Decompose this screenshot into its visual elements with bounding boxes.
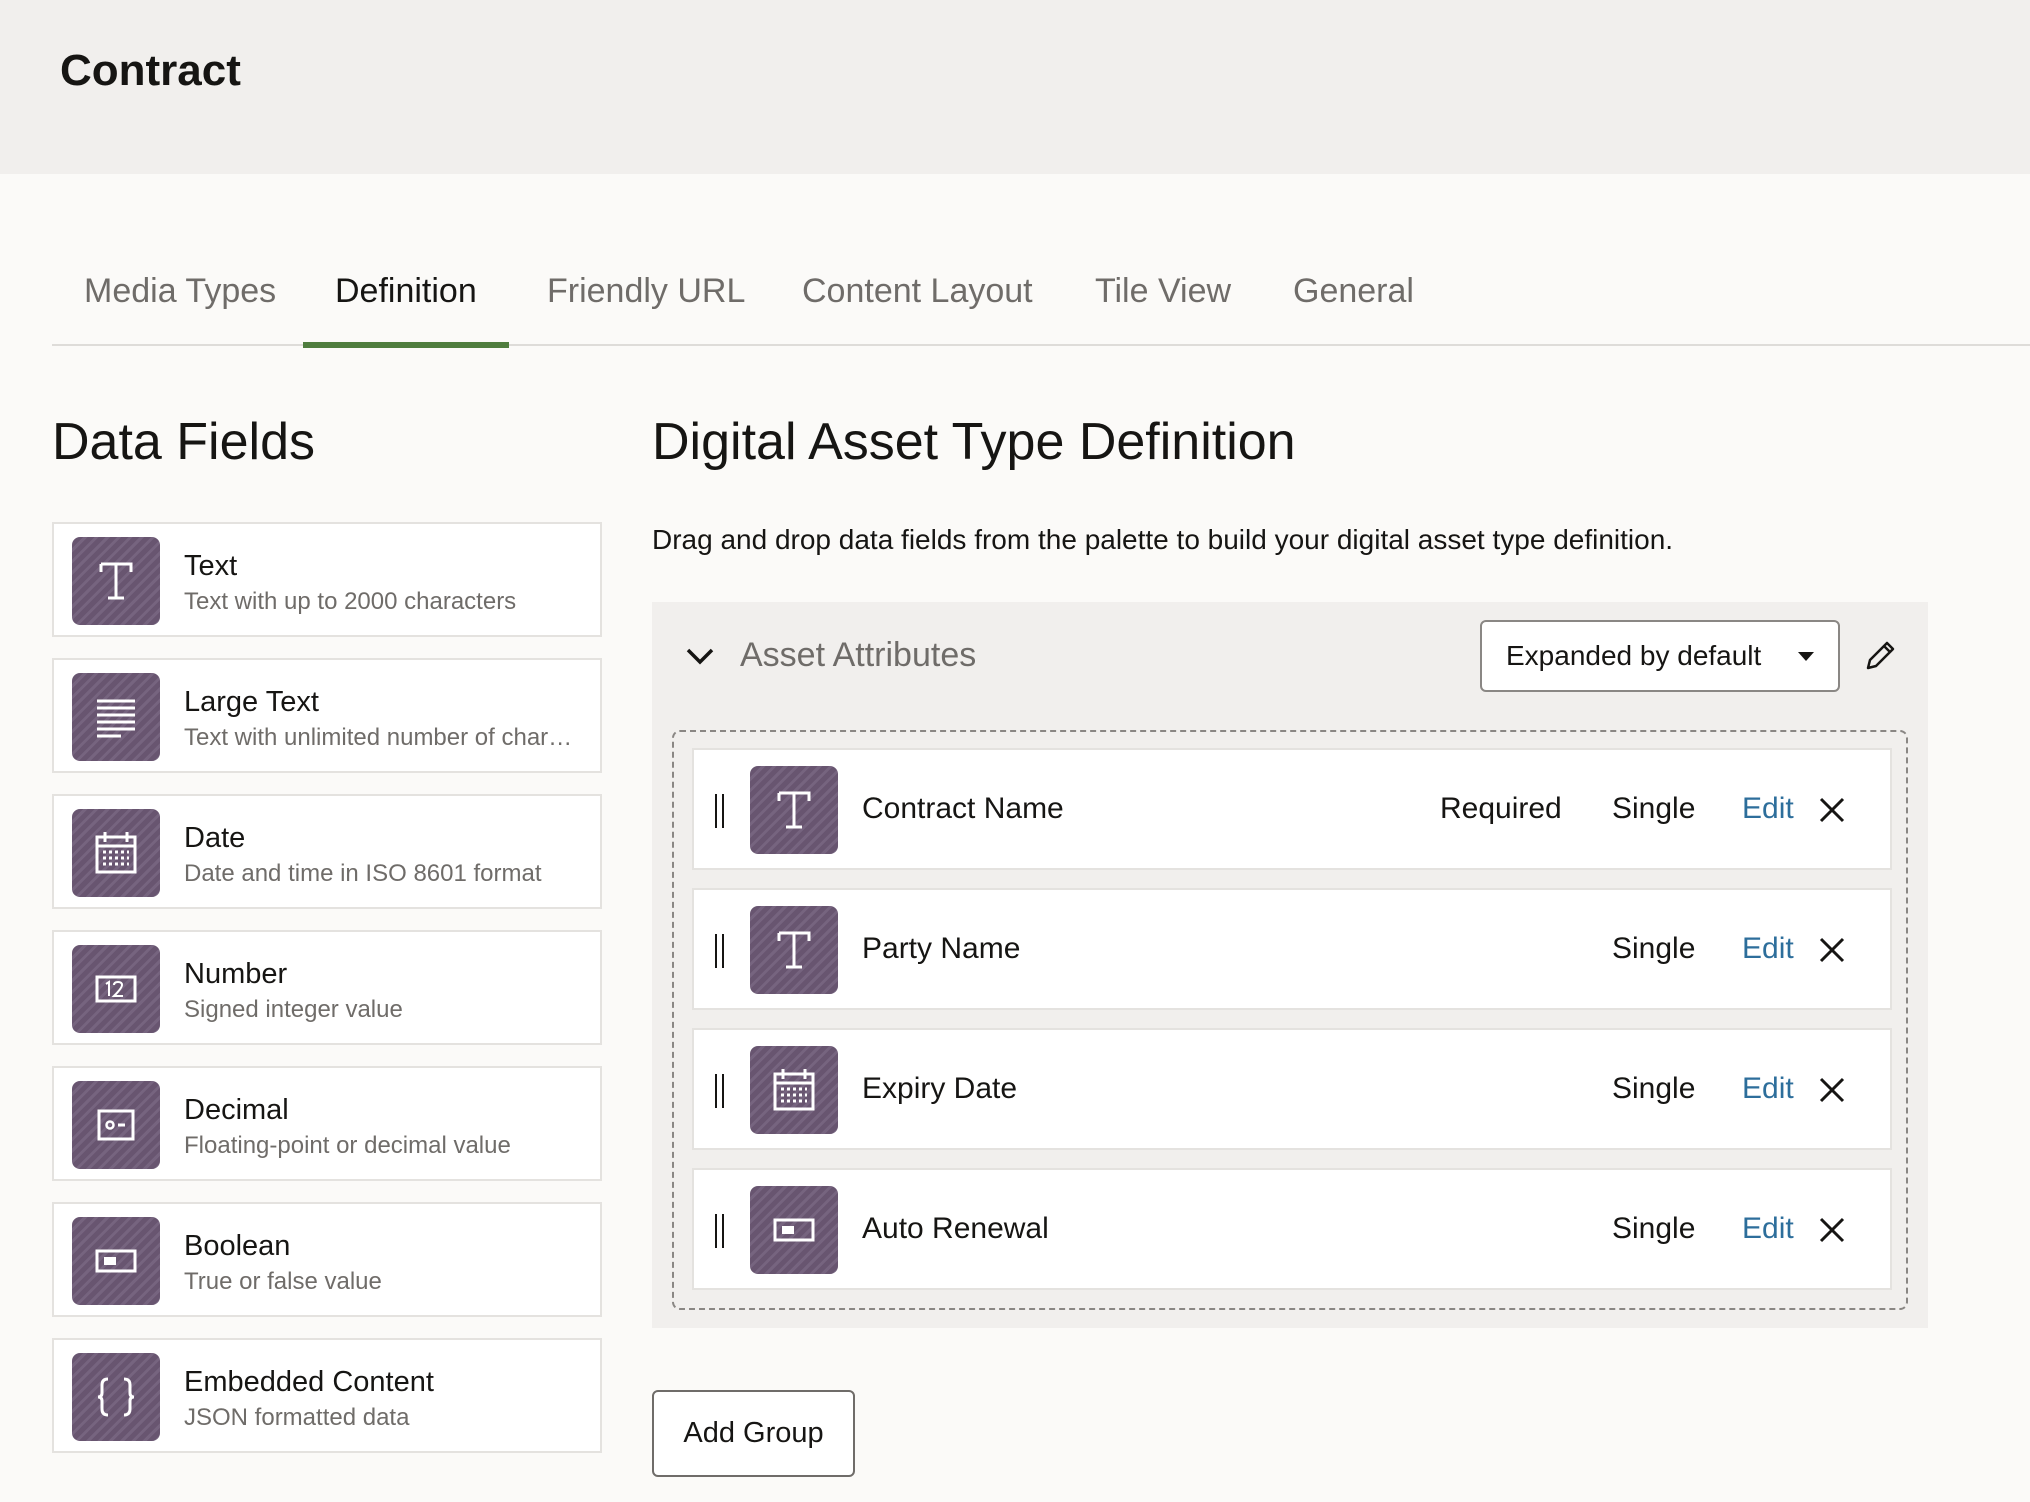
palette-heading: Data Fields	[52, 413, 315, 471]
field-row-expiry-date[interactable]: Expiry Date Single Edit	[692, 1028, 1892, 1150]
palette-item-name: Embedded Content	[184, 1366, 434, 1398]
tab-content-layout[interactable]: Content Layout	[802, 260, 1033, 346]
field-name: Party Name	[862, 932, 1021, 965]
field-required-label: Required	[1440, 792, 1562, 825]
palette-item-description: JSON formatted data	[184, 1404, 410, 1431]
drag-handle-icon[interactable]	[714, 1214, 726, 1248]
calendar-icon	[72, 809, 160, 897]
palette-item-description: Date and time in ISO 8601 format	[184, 860, 542, 887]
field-cardinality: Single	[1612, 932, 1696, 965]
field-drop-zone[interactable]: Contract Name Required Single Edit Party…	[672, 730, 1908, 1310]
palette-item-embedded-content[interactable]: Embedded Content JSON formatted data	[52, 1338, 602, 1453]
field-name: Expiry Date	[862, 1072, 1018, 1105]
drag-handle-icon[interactable]	[714, 1074, 726, 1108]
palette-item-name: Date	[184, 822, 246, 854]
palette-item-name: Decimal	[184, 1094, 289, 1126]
field-edit-link[interactable]: Edit	[1742, 1212, 1794, 1246]
field-edit-link[interactable]: Edit	[1742, 1072, 1794, 1106]
definition-instructions: Drag and drop data fields from the palet…	[652, 524, 1674, 555]
number-icon	[72, 945, 160, 1033]
text-icon	[750, 766, 838, 854]
field-row-party-name[interactable]: Party Name Single Edit	[692, 888, 1892, 1010]
boolean-icon	[72, 1217, 160, 1305]
decimal-icon	[72, 1081, 160, 1169]
definition-heading: Digital Asset Type Definition	[652, 413, 1296, 471]
group-display-select[interactable]: Expanded by default	[1480, 620, 1840, 692]
palette-item-large-text[interactable]: Large Text Text with unlimited number of…	[52, 658, 602, 773]
tab-media-types[interactable]: Media Types	[84, 260, 276, 346]
field-row-contract-name[interactable]: Contract Name Required Single Edit	[692, 748, 1892, 870]
field-edit-link[interactable]: Edit	[1742, 932, 1794, 966]
text-icon	[750, 906, 838, 994]
page-header: Contract	[0, 0, 2030, 174]
field-name: Contract Name	[862, 792, 1064, 825]
palette-item-number[interactable]: Number Signed integer value	[52, 930, 602, 1045]
field-cardinality: Single	[1612, 792, 1696, 825]
tab-tile-view[interactable]: Tile View	[1095, 260, 1231, 346]
palette-item-date[interactable]: Date Date and time in ISO 8601 format	[52, 794, 602, 909]
tab-definition[interactable]: Definition	[303, 260, 509, 348]
field-group: Asset Attributes Expanded by default Con…	[652, 602, 1928, 1328]
group-display-value: Expanded by default	[1506, 640, 1762, 671]
palette-item-description: Text with unlimited number of characters	[184, 724, 584, 751]
palette-item-description: True or false value	[184, 1268, 382, 1295]
boolean-icon	[750, 1186, 838, 1274]
page-title: Contract	[60, 46, 241, 95]
drag-handle-icon[interactable]	[714, 794, 726, 828]
braces-icon	[72, 1353, 160, 1441]
text-icon	[72, 537, 160, 625]
field-cardinality: Single	[1612, 1072, 1696, 1105]
palette-item-name: Number	[184, 958, 288, 990]
field-cardinality: Single	[1612, 1212, 1696, 1245]
calendar-icon	[750, 1046, 838, 1134]
pencil-icon[interactable]	[1862, 638, 1898, 674]
tab-friendly-url[interactable]: Friendly URL	[547, 260, 745, 346]
palette-item-boolean[interactable]: Boolean True or false value	[52, 1202, 602, 1317]
field-name: Auto Renewal	[862, 1212, 1049, 1245]
palette-item-text[interactable]: Text Text with up to 2000 characters	[52, 522, 602, 637]
palette-item-description: Text with up to 2000 characters	[184, 588, 517, 615]
palette-item-name: Large Text	[184, 686, 319, 718]
chevron-down-icon[interactable]	[682, 638, 718, 674]
palette-item-description: Signed integer value	[184, 996, 403, 1023]
caret-down-icon	[1798, 652, 1814, 661]
large-text-icon	[72, 673, 160, 761]
close-icon[interactable]	[1816, 934, 1848, 966]
field-row-auto-renewal[interactable]: Auto Renewal Single Edit	[692, 1168, 1892, 1290]
field-edit-link[interactable]: Edit	[1742, 792, 1794, 826]
close-icon[interactable]	[1816, 1214, 1848, 1246]
tab-bar: Media Types Definition Friendly URL Cont…	[52, 260, 2030, 348]
palette-item-description: Floating-point or decimal value	[184, 1132, 511, 1159]
group-title: Asset Attributes	[740, 636, 977, 674]
close-icon[interactable]	[1816, 1074, 1848, 1106]
add-group-button[interactable]: Add Group	[652, 1390, 855, 1477]
tab-general[interactable]: General	[1293, 260, 1414, 346]
close-icon[interactable]	[1816, 794, 1848, 826]
palette-item-decimal[interactable]: Decimal Floating-point or decimal value	[52, 1066, 602, 1181]
drag-handle-icon[interactable]	[714, 934, 726, 968]
palette-item-name: Text	[184, 550, 238, 582]
palette-item-name: Boolean	[184, 1230, 291, 1262]
